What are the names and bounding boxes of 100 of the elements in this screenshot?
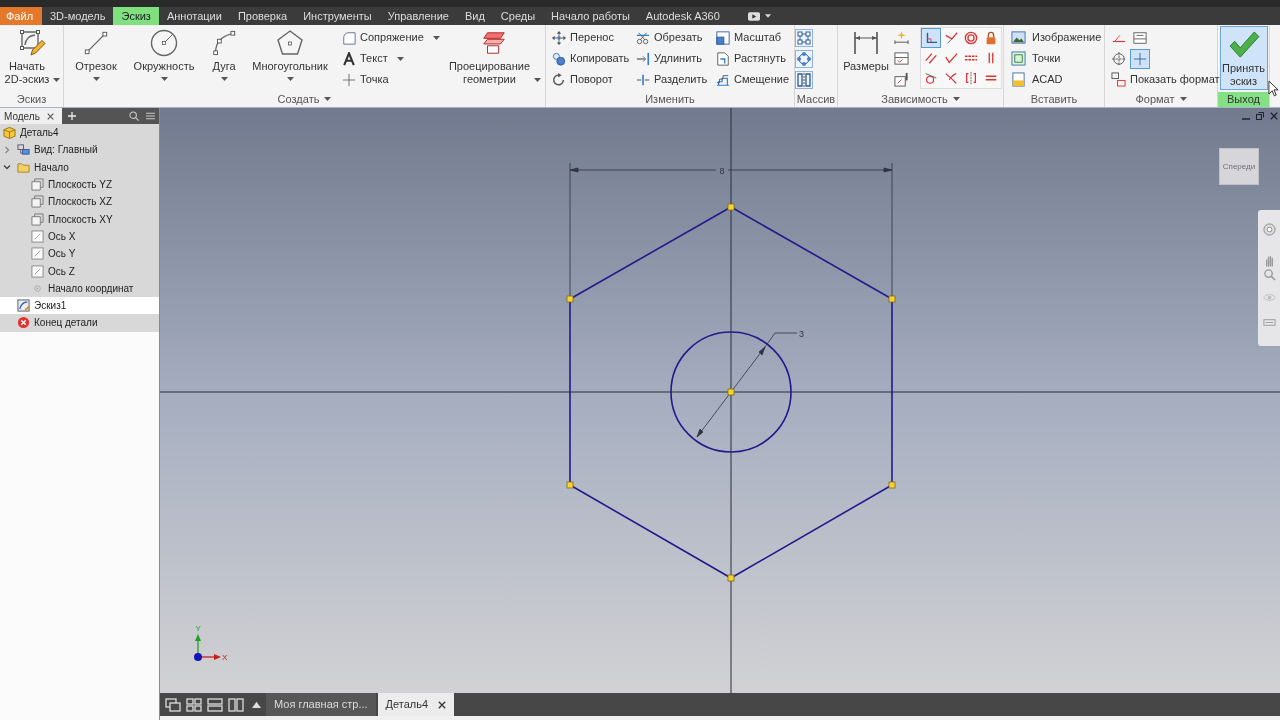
tree-item[interactable]: Ось Y xyxy=(0,245,159,263)
fillet-tool-button[interactable]: Сопряжение xyxy=(342,27,446,48)
triangle-up-icon[interactable] xyxy=(251,700,262,709)
tree-item[interactable]: Деталь4 xyxy=(0,124,159,142)
move-button[interactable]: Перенос xyxy=(552,27,636,48)
panel-title[interactable]: Формат xyxy=(1131,91,1191,107)
vertical-split-icon[interactable] xyxy=(228,697,244,712)
tree-item[interactable]: Плоскость XZ xyxy=(0,193,159,211)
tree-item[interactable]: Начало координат xyxy=(0,279,159,297)
caret-icon[interactable] xyxy=(533,78,541,82)
tree-item[interactable]: Ось X xyxy=(0,227,159,246)
document-tab[interactable]: Моя главная стр... xyxy=(266,693,376,716)
video-icon[interactable] xyxy=(747,11,760,21)
plane-icon xyxy=(31,195,44,209)
caret-icon[interactable] xyxy=(160,77,168,81)
tree-item[interactable]: Начало xyxy=(0,158,159,176)
caret-icon[interactable] xyxy=(952,97,960,101)
split-button[interactable]: Разделить xyxy=(636,69,716,90)
constraint-panel-icon[interactable] xyxy=(893,51,909,66)
caret-icon[interactable] xyxy=(432,35,440,40)
circular-pattern-icon[interactable] xyxy=(795,49,813,68)
ribbon-tab[interactable]: Среды xyxy=(492,7,544,25)
restore-icon[interactable] xyxy=(1256,112,1264,120)
rotate-arrow-icon xyxy=(552,72,566,87)
chevron-down-icon[interactable] xyxy=(3,163,11,172)
sparkle-line-icon[interactable] xyxy=(893,30,909,45)
plus-icon[interactable] xyxy=(68,112,76,120)
ribbon-tab[interactable]: Начало работы xyxy=(543,7,638,25)
points-button[interactable]: Точки xyxy=(1011,48,1061,69)
caret-icon[interactable] xyxy=(324,97,332,101)
rectangular-pattern-icon[interactable] xyxy=(795,28,813,47)
text-tool-button[interactable]: Текст xyxy=(342,48,446,69)
image-button[interactable]: Изображение xyxy=(1011,27,1102,48)
document-tab[interactable]: Деталь4 xyxy=(377,693,455,716)
search-icon[interactable] xyxy=(129,111,139,121)
point-tool-button[interactable]: Точка xyxy=(342,69,446,90)
scissors-icon xyxy=(636,30,650,45)
ribbon-tab[interactable]: Аннотации xyxy=(158,7,230,25)
polygon-tool-button[interactable]: Многоугольник xyxy=(244,25,336,89)
ribbon-tab[interactable]: Инструменты xyxy=(295,7,380,25)
ribbon-tab[interactable]: Проверка xyxy=(229,7,296,25)
horizontal-split-icon[interactable] xyxy=(207,697,223,712)
tree-item[interactable]: Вид: Главный xyxy=(0,141,159,159)
tree-item[interactable]: Плоскость YZ xyxy=(0,175,159,194)
ribbon-tab[interactable]: 3D-модель xyxy=(42,7,114,25)
line-tool-button[interactable]: Отрезок xyxy=(68,25,124,89)
tree-item[interactable]: Ось Z xyxy=(0,262,159,280)
project-geometry-button[interactable]: Проецирование геометрии xyxy=(446,25,542,89)
axis-triad-icon xyxy=(194,634,221,661)
show-format-button[interactable]: Показать формат xyxy=(1109,69,1220,90)
tree-item[interactable]: Плоскость XY xyxy=(0,210,159,228)
caret-icon[interactable] xyxy=(396,56,404,61)
sketch-point-icon xyxy=(888,295,896,303)
view-frame-icon xyxy=(17,143,30,157)
stretch-icon xyxy=(716,51,730,66)
caret-icon[interactable] xyxy=(764,14,771,18)
tile-grid-icon[interactable] xyxy=(186,697,202,712)
start-sketch-button[interactable]: Начать 2D-эскиз xyxy=(1,25,62,89)
acad-button[interactable]: ACAD xyxy=(1011,69,1063,90)
browser-tab[interactable]: Модель xyxy=(0,108,62,124)
caret-icon[interactable] xyxy=(92,77,100,81)
close-icon[interactable] xyxy=(438,700,447,709)
panel-title[interactable]: Создать xyxy=(273,91,336,107)
offset-button[interactable]: Смещение xyxy=(716,69,794,90)
circle-tool-button[interactable]: Окружность xyxy=(124,25,204,89)
cascade-windows-icon[interactable] xyxy=(165,697,181,712)
close-icon[interactable] xyxy=(46,112,54,120)
caret-icon[interactable] xyxy=(53,78,60,82)
part-cube-icon xyxy=(3,126,16,140)
mirror-icon[interactable] xyxy=(795,70,813,89)
trim-button[interactable]: Обрезать xyxy=(636,27,716,48)
dimension-button[interactable]: Размеры xyxy=(842,25,890,89)
constraint-button[interactable] xyxy=(921,28,941,48)
finish-sketch-button[interactable]: Принять эскиз xyxy=(1219,26,1268,90)
ribbon-tab[interactable]: Управление xyxy=(379,7,457,25)
caret-icon[interactable] xyxy=(286,77,294,81)
rotate-button[interactable]: Поворот xyxy=(552,69,636,90)
format-toggle-button[interactable] xyxy=(1130,48,1150,69)
parallel-lines-icon xyxy=(924,51,938,65)
crosshair-point-icon xyxy=(342,72,356,87)
copy-circles-icon xyxy=(552,51,566,66)
panel-title[interactable]: Зависимость xyxy=(877,91,964,107)
tree-item[interactable]: Эскиз1 xyxy=(0,296,159,315)
slider-icon[interactable] xyxy=(1262,316,1276,329)
arc-tool-button[interactable]: Дуга xyxy=(204,25,244,89)
ribbon-tab[interactable]: Вид xyxy=(456,7,493,25)
caret-icon[interactable] xyxy=(1179,97,1187,101)
copy-button[interactable]: Копировать xyxy=(552,48,636,69)
ribbon-tab[interactable]: Эскиз xyxy=(113,7,159,25)
menu-icon[interactable] xyxy=(146,112,155,120)
caret-icon[interactable] xyxy=(220,77,228,81)
scale-button[interactable]: Масштаб xyxy=(716,27,794,48)
wheel-icon[interactable] xyxy=(1262,223,1276,236)
view-cube[interactable]: Спереди xyxy=(1219,148,1259,185)
extend-button[interactable]: Удлинить xyxy=(636,48,716,69)
ribbon-tab[interactable]: Autodesk A360 xyxy=(637,7,728,25)
show-constraints-icon[interactable] xyxy=(893,72,909,87)
stretch-button[interactable]: Растянуть xyxy=(716,48,794,69)
tree-item[interactable]: Конец детали xyxy=(0,314,159,332)
sketch-point-icon xyxy=(888,481,896,489)
